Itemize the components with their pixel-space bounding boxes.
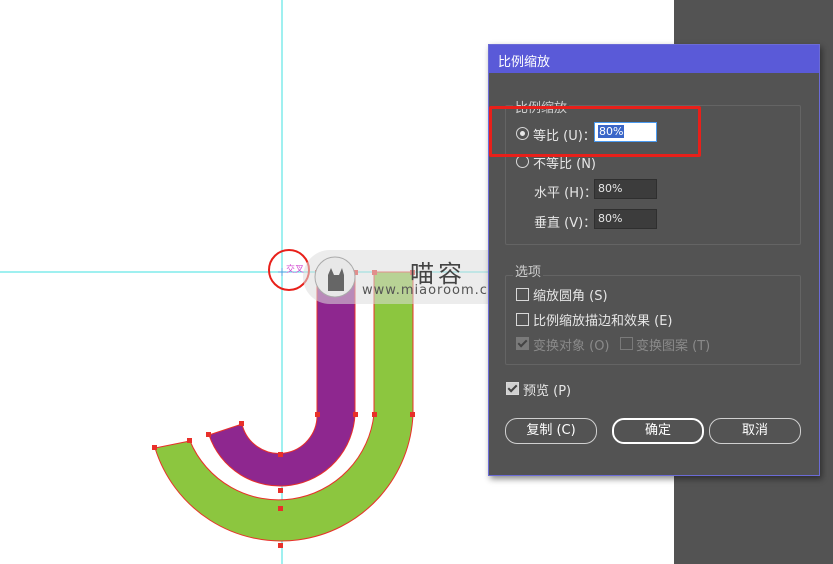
scale-strokes-label: 比例缩放描边和效果 (E) bbox=[533, 314, 673, 329]
annotation-highlight-box bbox=[489, 106, 701, 157]
cancel-button[interactable]: 取消 bbox=[709, 418, 801, 444]
transform-patterns-checkbox[interactable] bbox=[620, 337, 633, 350]
horizontal-label: 水平 (H)： bbox=[534, 186, 598, 201]
scale-strokes-checkbox[interactable] bbox=[516, 313, 529, 326]
preview-label: 预览 (P) bbox=[523, 384, 572, 399]
scale-corners-label: 缩放圆角 (S) bbox=[533, 289, 608, 304]
vertical-scale-input[interactable]: 80% bbox=[594, 209, 657, 229]
vertical-label: 垂直 (V)： bbox=[534, 216, 597, 231]
scale-corners-checkbox[interactable] bbox=[516, 288, 529, 301]
transform-patterns-label: 变换图案 (T) bbox=[636, 339, 711, 354]
horizontal-scale-input[interactable]: 80% bbox=[594, 179, 657, 199]
transform-objects-checkbox[interactable] bbox=[516, 337, 529, 350]
green-j-shape[interactable] bbox=[154, 271, 414, 542]
dialog-title: 比例缩放 bbox=[498, 55, 551, 70]
cat-icon bbox=[314, 256, 356, 298]
ok-button[interactable]: 确定 bbox=[612, 418, 704, 444]
preview-checkbox[interactable] bbox=[506, 382, 519, 395]
options-group-title: 选项 bbox=[513, 261, 544, 280]
transform-objects-label: 变换对象 (O) bbox=[533, 339, 610, 354]
copy-button[interactable]: 复制 (C) bbox=[505, 418, 597, 444]
dialog-titlebar[interactable]: 比例缩放 bbox=[489, 45, 819, 73]
